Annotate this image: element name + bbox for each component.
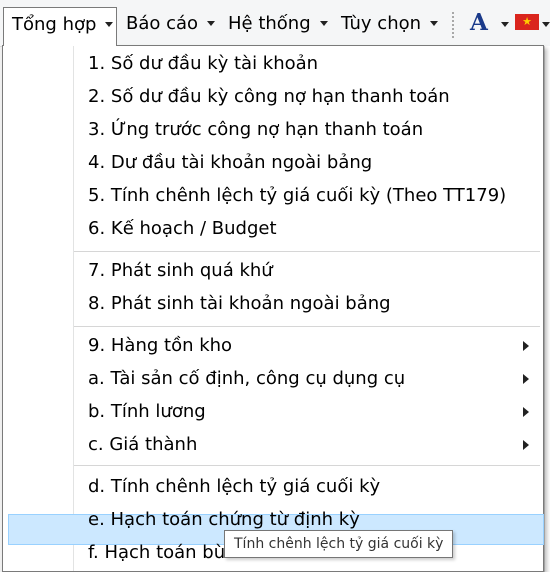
menu-he-thong-label: Hệ thống xyxy=(228,13,311,34)
background-panel xyxy=(544,46,550,572)
menu-item-ung-truoc-cong-no[interactable]: 3. Ứng trước công nợ hạn thanh toán xyxy=(88,113,423,146)
font-color-icon[interactable]: A xyxy=(470,8,488,38)
chevron-down-icon xyxy=(430,20,439,26)
menu-bar: Tổng hợp Báo cáo Hệ thống Tùy chọn A ★ xyxy=(0,0,550,47)
submenu-arrow-icon xyxy=(523,374,529,384)
menu-separator xyxy=(74,465,540,466)
menu-item-hach-toan-bu[interactable]: f. Hạch toán bù xyxy=(88,536,225,569)
menu-item-ke-hoach-budget[interactable]: 6. Kế hoạch / Budget xyxy=(88,212,277,245)
menu-tuy-chon-label: Tùy chọn xyxy=(341,13,422,34)
chevron-down-icon xyxy=(319,20,328,26)
submenu-arrow-icon xyxy=(523,341,529,351)
chevron-down-icon xyxy=(207,20,216,26)
menu-item-tinh-luong[interactable]: b. Tính lương xyxy=(88,395,528,428)
menu-bao-cao-label: Báo cáo xyxy=(126,13,199,34)
menu-he-thong[interactable]: Hệ thống xyxy=(220,7,328,41)
menu-separator xyxy=(74,326,540,327)
language-dropdown-chevron-icon[interactable] xyxy=(542,22,550,27)
menu-item-label: c. Giá thành xyxy=(88,434,198,455)
menu-item-label: 9. Hàng tồn kho xyxy=(88,335,233,356)
tong-hop-dropdown-menu: 1. Số dư đầu kỳ tài khoản 2. Số dư đầu k… xyxy=(2,45,544,572)
chevron-down-icon xyxy=(105,21,114,27)
menu-bao-cao[interactable]: Báo cáo xyxy=(118,7,216,41)
menu-item-tai-san-co-dinh[interactable]: a. Tài sản cố định, công cụ dụng cụ xyxy=(88,362,528,395)
menu-item-du-dau-ngoai-bang[interactable]: 4. Dư đầu tài khoản ngoài bảng xyxy=(88,146,372,179)
menu-item-phat-sinh-qua-khu[interactable]: 7. Phát sinh quá khứ xyxy=(88,254,273,287)
menu-item-chenh-lech-tt179[interactable]: 5. Tính chênh lệch tỷ giá cuối kỳ (Theo … xyxy=(88,179,506,212)
flag-star-icon: ★ xyxy=(522,15,532,28)
menu-item-so-du-dau-ky-tai-khoan[interactable]: 1. Số dư đầu kỳ tài khoản xyxy=(88,47,318,80)
menu-item-label: a. Tài sản cố định, công cụ dụng cụ xyxy=(88,368,406,389)
menu-item-label: b. Tính lương xyxy=(88,401,206,422)
gutter-divider xyxy=(73,46,74,571)
submenu-arrow-icon xyxy=(523,407,529,417)
menu-item-hang-ton-kho[interactable]: 9. Hàng tồn kho xyxy=(88,329,528,362)
menu-item-so-du-cong-no[interactable]: 2. Số dư đầu kỳ công nợ hạn thanh toán xyxy=(88,80,450,113)
menu-item-phat-sinh-ngoai-bang[interactable]: 8. Phát sinh tài khoản ngoài bảng xyxy=(88,287,391,320)
menu-item-tinh-chenh-lech-ty-gia[interactable]: d. Tính chênh lệch tỷ giá cuối kỳ xyxy=(88,470,380,503)
font-dropdown-chevron-icon[interactable] xyxy=(501,22,509,27)
vietnam-flag-icon[interactable]: ★ xyxy=(515,14,539,30)
menu-tuy-chon[interactable]: Tùy chọn xyxy=(333,7,439,41)
submenu-arrow-icon xyxy=(523,440,529,450)
menu-tong-hop-label: Tổng hợp xyxy=(12,14,97,35)
menu-separator xyxy=(74,251,540,252)
tooltip: Tính chênh lệch tỷ giá cuối kỳ xyxy=(224,530,454,558)
menu-tong-hop[interactable]: Tổng hợp xyxy=(3,7,117,46)
menu-item-gia-thanh[interactable]: c. Giá thành xyxy=(88,428,528,461)
menu-icon-gutter xyxy=(3,46,73,571)
toolbar-separator xyxy=(452,12,454,38)
